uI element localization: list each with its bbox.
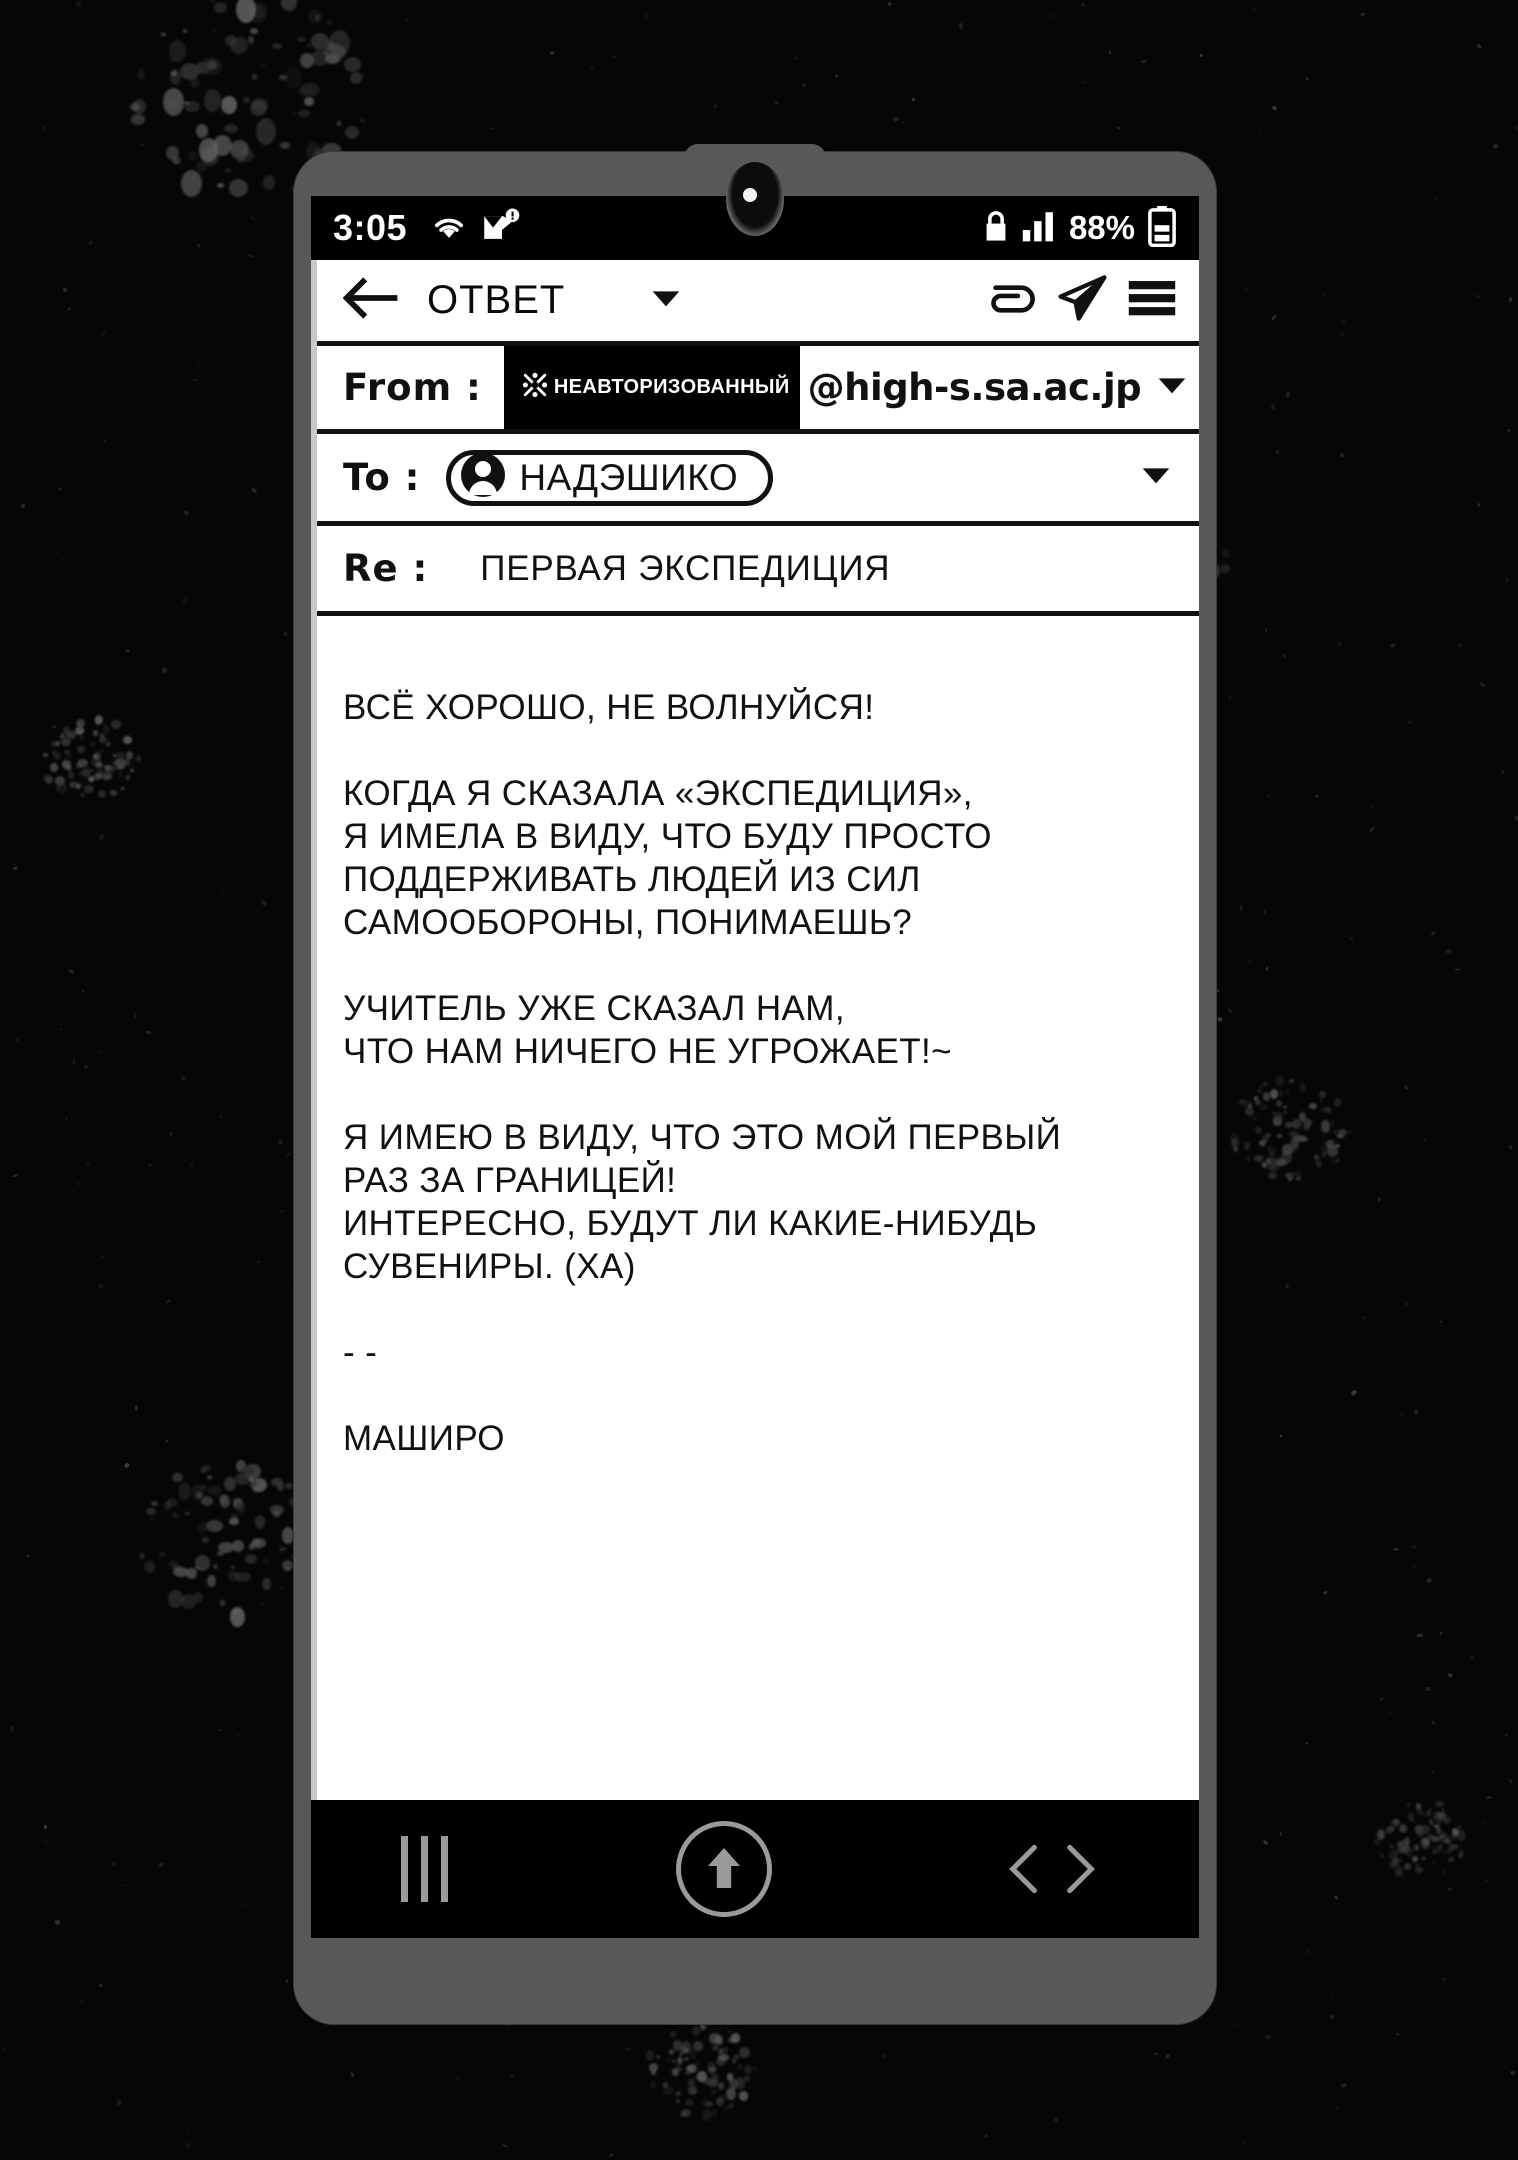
battery-icon: [1147, 205, 1177, 252]
message-line: СУВЕНИРЫ. (ХА): [343, 1247, 636, 1286]
front-camera-icon: [726, 162, 784, 236]
camera-lens-highlight: [743, 188, 757, 202]
paperclip-icon[interactable]: [985, 274, 1037, 327]
message-line: ВСЁ ХОРОШО, НЕ ВОЛНУЙСЯ!: [343, 688, 875, 727]
message-line: РАЗ ЗА ГРАНИЦЕЙ!: [343, 1161, 677, 1200]
subject-row[interactable]: Re : ПЕРВАЯ ЭКСПЕДИЦИЯ: [317, 526, 1199, 616]
status-bar-time: 3:05: [333, 207, 408, 248]
person-avatar-icon: [459, 451, 507, 504]
message-line: САМООБОРОНЫ, ПОНИМАЕШЬ?: [343, 903, 913, 942]
to-label: To :: [343, 456, 421, 499]
wifi-icon: [429, 210, 469, 247]
lock-icon: [983, 209, 1009, 248]
to-row[interactable]: To : НАДЭШИКО: [317, 434, 1199, 526]
message-line: - -: [343, 1333, 378, 1372]
message-line: Я ИМЕЮ В ВИДУ, ЧТО ЭТО МОЙ ПЕРВЫЙ: [343, 1118, 1062, 1157]
paper-plane-icon[interactable]: [1055, 273, 1109, 328]
email-compose-app: ОТВЕТ From: НЕАВТОРИЗОВАННЫЙ @high-s.sa…: [311, 260, 1199, 1800]
message-line: ЧТО НАМ НИЧЕГО НЕ УГРОЖАЕТ!~: [343, 1032, 952, 1071]
subject-value: ПЕРВАЯ ЭКСПЕДИЦИЯ: [480, 548, 891, 588]
phone-device-frame: 3:05 88% ОТВЕТ From: НЕАВТОРИЗОВАННЫЙ @…: [294, 144, 1216, 2024]
recents-bars-icon[interactable]: [401, 1836, 448, 1902]
message-line: КОГДА Я СКАЗАЛА «ЭКСПЕДИЦИЯ»,: [343, 774, 973, 813]
message-line: МАШИРО: [343, 1419, 505, 1458]
status-badge: НЕАВТОРИЗОВАННЫЙ: [503, 346, 800, 429]
android-nav-bar: [311, 1800, 1199, 1938]
from-row[interactable]: From : НЕАВТОРИЗОВАННЫЙ @high-s.sa.ac.jp: [317, 346, 1199, 434]
chevron-down-icon[interactable]: [651, 288, 681, 313]
chevron-left-right-icon[interactable]: [999, 1839, 1109, 1899]
home-up-arrow-icon[interactable]: [675, 1821, 772, 1917]
recipient-name: НАДЭШИКО: [519, 456, 739, 498]
page-title: ОТВЕТ: [427, 278, 566, 322]
arrow-left-icon[interactable]: [342, 276, 401, 325]
message-line: УЧИТЕЛЬ УЖЕ СКАЗАЛ НАМ,: [343, 989, 845, 1028]
app-toolbar: ОТВЕТ: [317, 260, 1199, 346]
hamburger-menu-icon[interactable]: [1127, 276, 1177, 325]
message-line: ПОДДЕРЖИВАТЬ ЛЮДЕЙ ИЗ СИЛ: [343, 860, 921, 899]
battery-percent-label: 88%: [1068, 209, 1135, 246]
recipient-chip[interactable]: НАДЭШИКО: [446, 449, 774, 506]
chevron-down-icon[interactable]: [1157, 375, 1187, 400]
subject-label: Re :: [343, 547, 429, 590]
mail-alert-icon: [481, 208, 523, 249]
phone-screen: 3:05 88% ОТВЕТ From: НЕАВТОРИЗОВАННЫЙ @…: [311, 196, 1199, 1938]
from-domain-value: @high-s.sa.ac.jp: [807, 366, 1142, 409]
chevron-down-icon[interactable]: [1141, 465, 1171, 490]
message-line: ИНТЕРЕСНО, БУДУТ ЛИ КАКИЕ-НИБУДЬ: [343, 1204, 1038, 1243]
message-line: Я ИМЕЛА В ВИДУ, ЧТО БУДУ ПРОСТО: [343, 817, 992, 856]
x-cross-dots-icon: [520, 370, 550, 405]
status-badge-label: НЕАВТОРИЗОВАННЫЙ: [553, 376, 790, 398]
message-body[interactable]: ВСЁ ХОРОШО, НЕ ВОЛНУЙСЯ! КОГДА Я СКАЗАЛА…: [317, 616, 1199, 1800]
from-label: From :: [343, 366, 482, 409]
signal-bars-icon: [1021, 209, 1057, 248]
